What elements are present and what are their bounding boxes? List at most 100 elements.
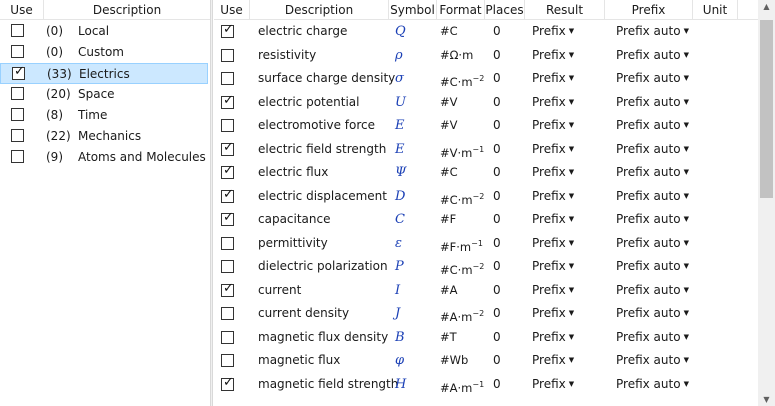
quantity-row[interactable]: ✓ electric field strength E #V·m−1 0 Prefix ▼ P…	[214, 138, 775, 162]
column-header-description[interactable]: Description	[44, 0, 210, 20]
quantity-row[interactable]: current density J #A·m−2 0 Prefix ▼ Prefix aut…	[214, 302, 775, 326]
category-row[interactable]: (0) Local	[0, 21, 208, 42]
column-header-places[interactable]: Places	[485, 0, 525, 20]
prefix-dropdown[interactable]: Prefix auto ▼	[616, 44, 689, 67]
result-dropdown[interactable]: Prefix ▼	[532, 279, 574, 302]
scroll-up-arrow-icon[interactable]: ▲	[758, 2, 775, 11]
quantity-row[interactable]: ✓ current I #A 0 Prefix ▼ Prefix auto ▼	[214, 279, 775, 303]
quantity-format[interactable]: #F	[440, 208, 456, 231]
quantity-row[interactable]: magnetic flux φ #Wb 0 Prefix ▼ Prefix auto ▼	[214, 349, 775, 373]
pane-splitter[interactable]	[210, 0, 213, 406]
quantity-row[interactable]: ✓ electric potential U #V 0 Prefix ▼ Prefix aut…	[214, 91, 775, 115]
quantity-places[interactable]: 0	[493, 279, 501, 302]
category-row[interactable]: ✓ (33) Electrics	[0, 63, 208, 84]
column-header-use[interactable]: Use	[214, 0, 250, 20]
quantity-use-checkbox[interactable]	[221, 260, 234, 273]
prefix-dropdown[interactable]: Prefix auto ▼	[616, 349, 689, 372]
result-dropdown[interactable]: Prefix ▼	[532, 302, 574, 325]
quantity-row[interactable]: ✓ electric charge Q #C 0 Prefix ▼ Prefix auto ▼	[214, 20, 775, 44]
quantity-format[interactable]: #C·m−2	[440, 255, 484, 278]
column-header-result[interactable]: Result	[525, 0, 605, 20]
quantity-format[interactable]: #V	[440, 91, 458, 114]
result-dropdown[interactable]: Prefix ▼	[532, 161, 574, 184]
quantity-format[interactable]: #Wb	[440, 349, 468, 372]
quantity-use-checkbox[interactable]: ✓	[221, 163, 234, 179]
result-dropdown[interactable]: Prefix ▼	[532, 349, 574, 372]
quantity-places[interactable]: 0	[493, 302, 501, 325]
quantity-places[interactable]: 0	[493, 326, 501, 349]
quantity-use-checkbox[interactable]: ✓	[221, 93, 234, 109]
scroll-down-arrow-icon[interactable]: ▼	[758, 395, 775, 404]
quantity-row[interactable]: ✓ electric displacement D #C·m−2 0 Prefix ▼ Pre…	[214, 185, 775, 209]
prefix-dropdown[interactable]: Prefix auto ▼	[616, 279, 689, 302]
result-dropdown[interactable]: Prefix ▼	[532, 326, 574, 349]
quantity-format[interactable]: #A·m−2	[440, 302, 484, 325]
quantity-row[interactable]: ✓ capacitance C #F 0 Prefix ▼ Prefix auto ▼	[214, 208, 775, 232]
prefix-dropdown[interactable]: Prefix auto ▼	[616, 67, 689, 90]
quantity-places[interactable]: 0	[493, 255, 501, 278]
quantity-places[interactable]: 0	[493, 161, 501, 184]
category-row[interactable]: (0) Custom	[0, 42, 208, 63]
category-row[interactable]: (9) Atoms and Molecules	[0, 147, 208, 168]
result-dropdown[interactable]: Prefix ▼	[532, 67, 574, 90]
quantity-row[interactable]: electromotive force E #V 0 Prefix ▼ Prefix aut…	[214, 114, 775, 138]
prefix-dropdown[interactable]: Prefix auto ▼	[616, 138, 689, 161]
quantity-format[interactable]: #A·m−1	[440, 373, 484, 396]
category-use-checkbox[interactable]	[11, 87, 24, 100]
prefix-dropdown[interactable]: Prefix auto ▼	[616, 20, 689, 43]
quantity-use-checkbox[interactable]: ✓	[221, 140, 234, 156]
quantity-row[interactable]: dielectric polarization P #C·m−2 0 Prefix ▼ Pr…	[214, 255, 775, 279]
category-use-checkbox[interactable]	[11, 24, 24, 37]
vertical-scrollbar[interactable]: ▲ ▼	[758, 0, 775, 406]
prefix-dropdown[interactable]: Prefix auto ▼	[616, 91, 689, 114]
quantity-row[interactable]: surface charge density σ #C·m−2 0 Prefix ▼ Pre…	[214, 67, 775, 91]
column-header-use[interactable]: Use	[0, 0, 44, 20]
quantity-format[interactable]: #V	[440, 114, 458, 137]
category-row[interactable]: (20) Space	[0, 84, 208, 105]
column-header-prefix[interactable]: Prefix	[605, 0, 693, 20]
quantity-places[interactable]: 0	[493, 208, 501, 231]
quantity-use-checkbox[interactable]: ✓	[221, 22, 234, 38]
quantity-row[interactable]: permittivity ε #F·m−1 0 Prefix ▼ Prefix auto ▼	[214, 232, 775, 256]
quantity-format[interactable]: #V·m−1	[440, 138, 484, 161]
quantity-row[interactable]: magnetic flux density B #T 0 Prefix ▼ Prefix a…	[214, 326, 775, 350]
category-use-checkbox[interactable]	[11, 150, 24, 163]
quantity-places[interactable]: 0	[493, 91, 501, 114]
prefix-dropdown[interactable]: Prefix auto ▼	[616, 161, 689, 184]
prefix-dropdown[interactable]: Prefix auto ▼	[616, 185, 689, 208]
quantity-places[interactable]: 0	[493, 44, 501, 67]
quantity-places[interactable]: 0	[493, 114, 501, 137]
prefix-dropdown[interactable]: Prefix auto ▼	[616, 232, 689, 255]
quantity-use-checkbox[interactable]: ✓	[221, 281, 234, 297]
quantity-format[interactable]: #A	[440, 279, 458, 302]
quantity-places[interactable]: 0	[493, 67, 501, 90]
quantity-format[interactable]: #C·m−2	[440, 185, 484, 208]
quantity-use-checkbox[interactable]	[221, 48, 234, 62]
scrollbar-thumb[interactable]	[760, 20, 773, 198]
category-use-checkbox[interactable]	[11, 45, 24, 58]
quantity-use-checkbox[interactable]	[221, 119, 234, 132]
quantity-row[interactable]: ✓ electric flux Ψ #C 0 Prefix ▼ Prefix auto ▼	[214, 161, 775, 185]
category-use-checkbox[interactable]	[11, 108, 24, 121]
column-header-description[interactable]: Description	[250, 0, 389, 20]
category-use-checkbox[interactable]	[11, 129, 24, 142]
quantity-use-checkbox[interactable]	[221, 236, 234, 250]
prefix-dropdown[interactable]: Prefix auto ▼	[616, 255, 689, 278]
category-row[interactable]: (8) Time	[0, 105, 208, 126]
quantity-row[interactable]: resistivity ρ #Ω·m 0 Prefix ▼ Prefix auto ▼	[214, 44, 775, 68]
prefix-dropdown[interactable]: Prefix auto ▼	[616, 114, 689, 137]
column-header-format[interactable]: Format	[437, 0, 485, 20]
result-dropdown[interactable]: Prefix ▼	[532, 44, 574, 67]
quantity-places[interactable]: 0	[493, 20, 501, 43]
quantity-format[interactable]: #Ω·m	[440, 44, 473, 67]
quantity-use-checkbox[interactable]	[221, 72, 234, 85]
quantity-use-checkbox[interactable]	[221, 354, 234, 367]
result-dropdown[interactable]: Prefix ▼	[532, 20, 574, 43]
quantity-use-checkbox[interactable]	[221, 307, 234, 320]
result-dropdown[interactable]: Prefix ▼	[532, 91, 574, 114]
quantity-places[interactable]: 0	[493, 138, 501, 161]
quantity-format[interactable]: #C	[440, 20, 458, 43]
quantity-use-checkbox[interactable]: ✓	[221, 210, 234, 226]
column-header-symbol[interactable]: Symbol	[389, 0, 437, 20]
result-dropdown[interactable]: Prefix ▼	[532, 138, 574, 161]
